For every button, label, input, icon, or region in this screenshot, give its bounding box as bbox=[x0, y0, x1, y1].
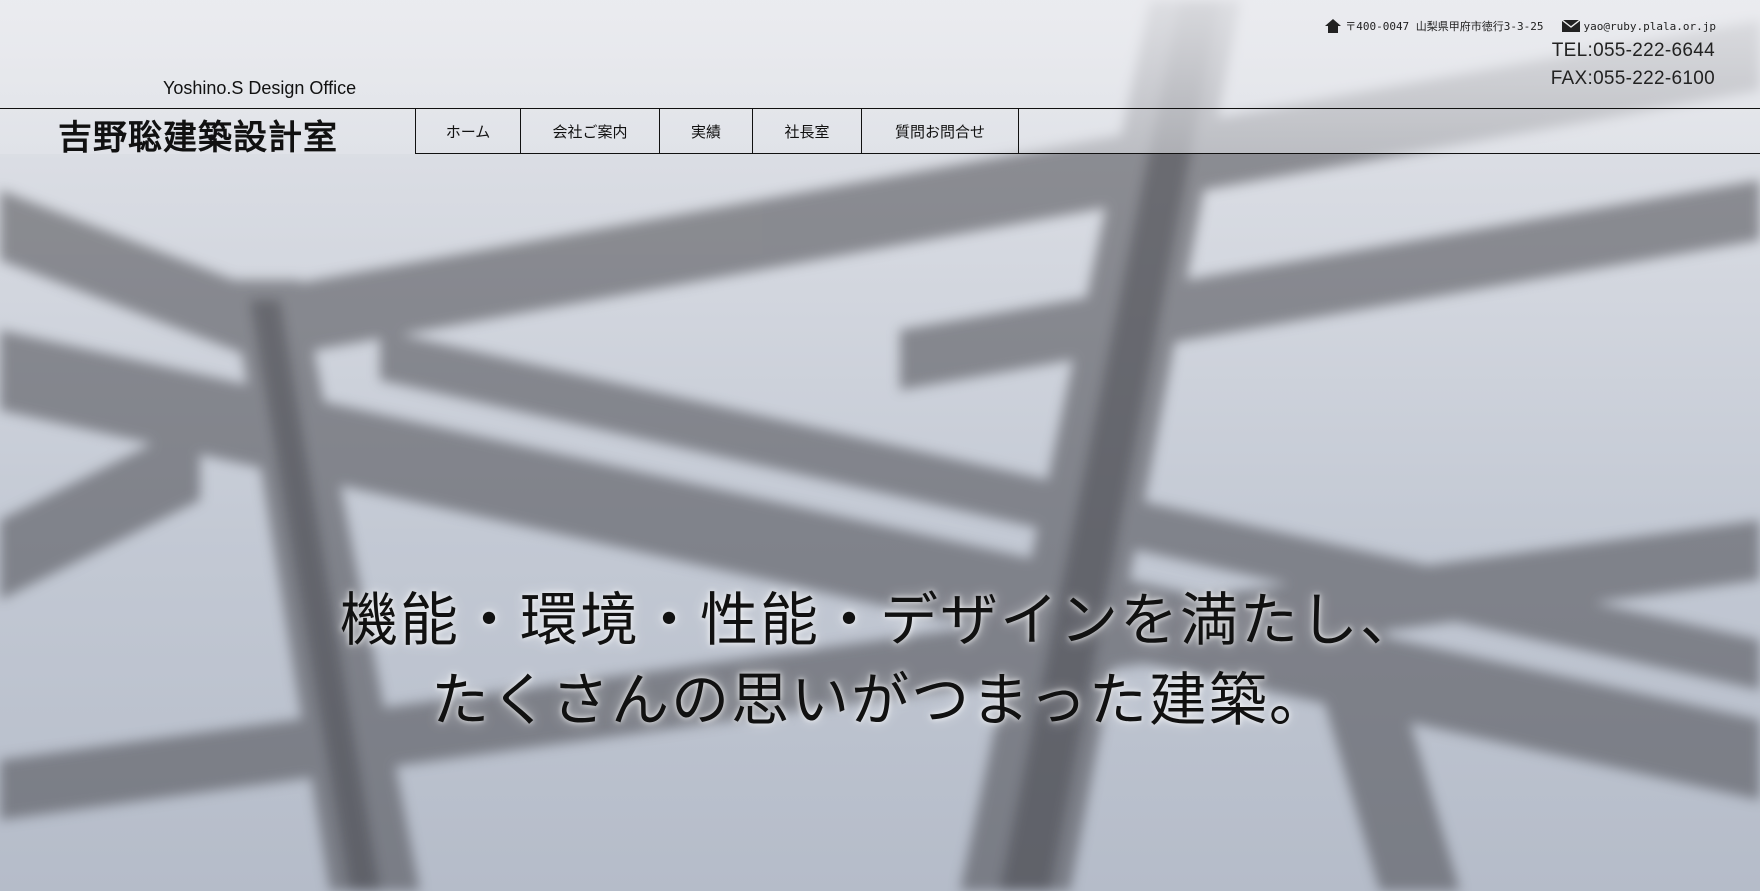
hero-headline-line-2: たくさんの思いがつまった建築。 bbox=[431, 666, 1329, 734]
fax-number: FAX:055-222-6100 bbox=[1550, 68, 1715, 89]
email-link[interactable]: yao@ruby.plala.or.jp bbox=[1584, 20, 1716, 33]
nav-item-president[interactable]: 社長室 bbox=[753, 108, 862, 154]
hero-headline: 機能・環境・性能・デザインを満たし、 たくさんの思いがつまった建築。 bbox=[0, 580, 1760, 740]
nav-item-company[interactable]: 会社ご案内 bbox=[521, 108, 660, 154]
address-text: 〒400-0047 山梨県甲府市徳行3-3-25 bbox=[1345, 20, 1544, 33]
brand-name-english: Yoshino.S Design Office bbox=[163, 78, 357, 98]
nav-item-works[interactable]: 実績 bbox=[660, 108, 753, 154]
brand-logo-japanese[interactable]: 吉野聡建築設計室 bbox=[58, 110, 338, 159]
nav-item-contact[interactable]: 質問お問合せ bbox=[862, 108, 1019, 154]
tel-number[interactable]: TEL:055-222-6644 bbox=[1552, 40, 1715, 62]
hero-headline-line-1: 機能・環境・性能・デザインを満たし、 bbox=[339, 586, 1420, 654]
home-icon bbox=[1325, 19, 1342, 33]
mail-icon bbox=[1561, 20, 1580, 32]
main-nav: ホーム 会社ご案内 実績 社長室 質問お問合せ bbox=[415, 108, 1019, 154]
email-item[interactable]: yao@ruby.plala.or.jp bbox=[1561, 20, 1716, 33]
contact-line: 〒400-0047 山梨県甲府市徳行3-3-25 yao@ruby.plala.… bbox=[1325, 18, 1716, 34]
nav-item-home[interactable]: ホーム bbox=[416, 108, 521, 154]
address-item: 〒400-0047 山梨県甲府市徳行3-3-25 bbox=[1325, 18, 1544, 34]
